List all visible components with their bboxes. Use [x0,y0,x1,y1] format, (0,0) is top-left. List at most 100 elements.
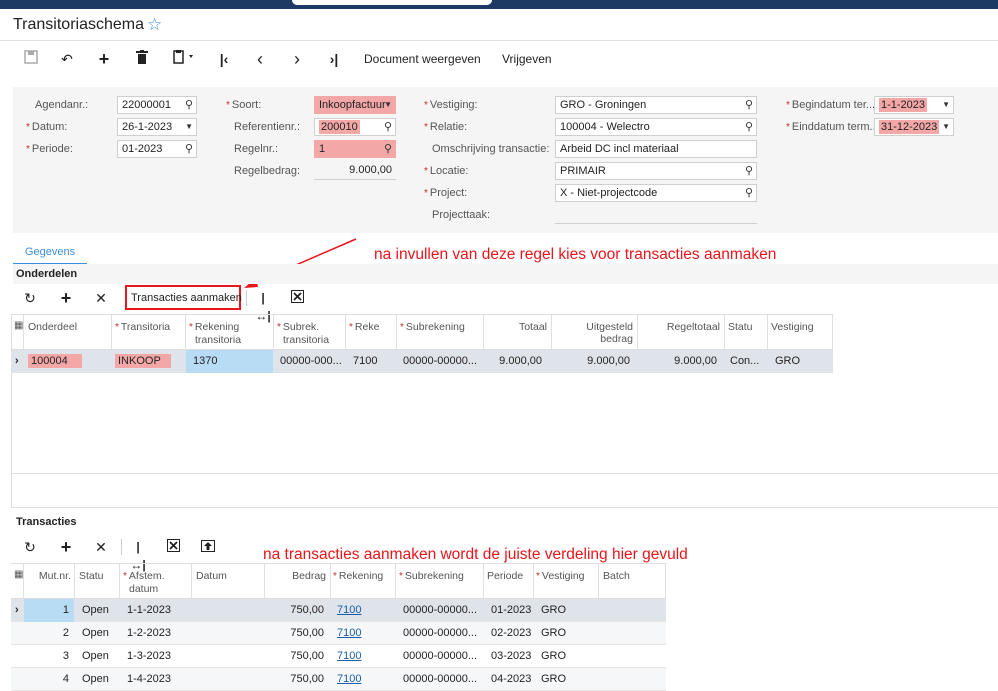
table-row[interactable]: › 1 Open 1-1-2023 750,00 7100 00000-00000... 01… [11,599,666,622]
agendanr-field[interactable]: 22000001 ⚲ [117,96,197,114]
create-transactions-button[interactable]: Transacties aanmaken [125,285,242,310]
cell-statu[interactable]: Con... [730,354,759,368]
search-icon[interactable]: ⚲ [185,141,193,157]
col-uitgesteld[interactable]: Uitgesteld bedrag [555,321,633,345]
cell-mutnr[interactable]: 1 [27,603,69,617]
col-statu[interactable]: Statu [79,570,104,582]
soort-field[interactable]: Inkoopfactuur ▼ [314,96,396,114]
cell-rekening-transitoria[interactable]: 1370 [193,354,217,368]
search-icon[interactable]: ⚲ [384,141,392,157]
einddatum-field[interactable]: 31-12-2023 ▼ [874,118,954,136]
col-onderdeel[interactable]: Onderdeel [28,321,77,333]
cell-regeltotaal[interactable]: 9.000,00 [641,354,717,368]
cell-rekening[interactable]: 7100 [337,649,361,663]
cell-vestiging[interactable]: GRO [541,672,566,686]
cell-subrekening[interactable]: 00000-00000... [403,649,477,663]
cell-afstemdatum[interactable]: 1-4-2023 [127,672,171,686]
chevron-down-icon[interactable]: ▼ [942,97,950,113]
cell-bedrag[interactable]: 750,00 [268,672,324,686]
cell-statu[interactable]: Open [82,649,109,663]
delete-row-icon[interactable]: ✕ [93,538,109,556]
chevron-down-icon[interactable]: ▼ [942,119,950,135]
omschrijving-field[interactable]: Arbeid DC incl materiaal [555,140,757,158]
col-batch[interactable]: Batch [603,570,630,582]
cell-afstemdatum[interactable]: 1-1-2023 [127,603,171,617]
col-subrekening[interactable]: * Subrekening [399,570,464,583]
search-icon[interactable]: ⚲ [745,119,753,135]
table-row[interactable]: › 100004 INKOOP 1370 00000-000... 7100 0… [11,350,833,373]
relatie-field[interactable]: 100004 - Welectro ⚲ [555,118,757,136]
col-regeltotaal[interactable]: Regeltotaal [641,321,720,333]
refresh-icon[interactable]: ↻ [22,289,38,307]
next-record-icon[interactable]: › [288,50,306,68]
save-icon[interactable] [22,50,40,68]
col-periode[interactable]: Periode [487,570,523,582]
chevron-down-icon[interactable]: ▼ [384,97,392,113]
cell-periode[interactable]: 01-2023 [491,603,531,617]
cell-periode[interactable]: 04-2023 [491,672,531,686]
datum-field[interactable]: 26-1-2023 ▼ [117,118,197,136]
projecttaak-field[interactable] [555,206,757,224]
cell-subrekening[interactable]: 00000-00000... [403,354,477,368]
table-row[interactable]: 4 Open 1-4-2023 750,00 7100 00000-00000... 04-… [11,668,666,691]
col-rekening[interactable]: * Rekening [333,570,383,583]
col-rekening-transitoria[interactable]: * Rekening transitoria [189,321,241,346]
search-icon[interactable]: ⚲ [745,185,753,201]
cell-periode[interactable]: 03-2023 [491,649,531,663]
cell-bedrag[interactable]: 750,00 [268,649,324,663]
cell-subrekening[interactable]: 00000-00000... [403,603,477,617]
cell-transitoria[interactable]: INKOOP [115,354,171,368]
cell-bedrag[interactable]: 750,00 [268,603,324,617]
col-reke[interactable]: * Reke [349,321,379,334]
delete-row-icon[interactable]: ✕ [93,289,109,307]
col-statu[interactable]: Statu [728,321,753,333]
begindatum-field[interactable]: 1-1-2023 ▼ [874,96,954,114]
col-datum[interactable]: Datum [196,570,227,582]
top-nav-search[interactable] [292,0,492,5]
col-subrek-transitoria[interactable]: * Subrek. transitoria [277,321,329,346]
search-icon[interactable]: ⚲ [185,97,193,113]
col-totaal[interactable]: Totaal [487,321,547,333]
regelnr-field[interactable]: 1 ⚲ [314,140,396,158]
release-button[interactable]: Vrijgeven [502,52,552,66]
add-row-icon[interactable]: + [58,538,74,556]
search-icon[interactable]: ⚲ [745,97,753,113]
table-row[interactable]: 3 Open 1-3-2023 750,00 7100 00000-00000... 03-… [11,645,666,668]
cell-vestiging[interactable]: GRO [775,354,800,368]
previous-record-icon[interactable]: ‹ [251,50,269,68]
cell-subrek-transitoria[interactable]: 00000-000... [280,354,342,368]
cell-vestiging[interactable]: GRO [541,649,566,663]
cell-subrekening[interactable]: 00000-00000... [403,672,477,686]
cell-mutnr[interactable]: 2 [27,626,69,640]
cell-reke[interactable]: 7100 [353,354,377,368]
copy-paste-icon[interactable] [170,50,198,68]
col-afstemdatum[interactable]: * Afstem. datum [123,570,165,595]
cell-mutnr[interactable]: 3 [27,649,69,663]
first-record-icon[interactable]: |‹ [215,50,233,68]
cell-statu[interactable]: Open [82,626,109,640]
cell-afstemdatum[interactable]: 1-3-2023 [127,649,171,663]
cell-vestiging[interactable]: GRO [541,626,566,640]
cell-statu[interactable]: Open [82,672,109,686]
project-field[interactable]: X - Niet-projectcode ⚲ [555,184,757,202]
export-excel-icon[interactable] [165,538,181,556]
favorite-star-icon[interactable]: ☆ [147,15,162,35]
undo-icon[interactable]: ↶ [58,50,76,68]
search-icon[interactable]: ⚲ [745,163,753,179]
cell-rekening[interactable]: 7100 [337,603,361,617]
refresh-icon[interactable]: ↻ [22,538,38,556]
referentienr-field[interactable]: 200010 ⚲ [314,118,396,136]
tab-gegevens[interactable]: Gegevens [13,243,87,265]
col-transitoria[interactable]: * Transitoria [115,321,170,334]
locatie-field[interactable]: PRIMAIR ⚲ [555,162,757,180]
add-row-icon[interactable]: + [58,289,74,307]
upload-icon[interactable] [200,538,216,556]
delete-icon[interactable] [133,50,151,68]
cell-afstemdatum[interactable]: 1-2-2023 [127,626,171,640]
chevron-down-icon[interactable]: ▼ [185,119,193,135]
cell-mutnr[interactable]: 4 [27,672,69,686]
cell-periode[interactable]: 02-2023 [491,626,531,640]
last-record-icon[interactable]: ›| [325,50,343,68]
cell-statu[interactable]: Open [82,603,109,617]
add-icon[interactable]: + [95,50,113,68]
